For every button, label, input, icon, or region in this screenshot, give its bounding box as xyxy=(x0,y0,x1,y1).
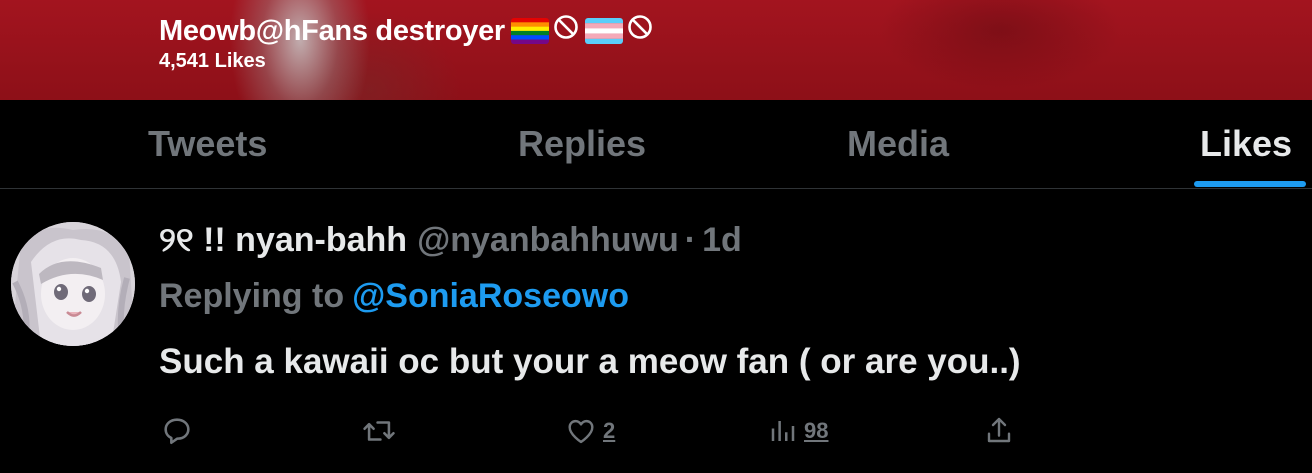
display-name[interactable]: ୨୧ !! nyan-bahh xyxy=(159,221,407,260)
active-tab-indicator xyxy=(1194,181,1306,187)
reply-button[interactable] xyxy=(160,411,194,451)
retweet-icon xyxy=(363,421,395,441)
user-handle[interactable]: @nyanbahhuwu xyxy=(417,221,679,260)
replying-to-mention[interactable]: @SoniaRoseowo xyxy=(352,277,629,315)
tweet-timestamp[interactable]: 1d xyxy=(702,221,742,260)
views-icon xyxy=(771,421,795,441)
retweet-button[interactable] xyxy=(360,411,398,451)
prohibited-icon xyxy=(627,14,653,48)
tab-likes[interactable]: Likes xyxy=(1200,100,1292,188)
tab-media[interactable]: Media xyxy=(847,100,949,188)
replying-to-line: Replying to @SoniaRoseowo xyxy=(159,277,629,316)
views-button[interactable]: 98 xyxy=(768,411,828,451)
heart-icon xyxy=(568,419,594,444)
rainbow-flag-icon xyxy=(510,18,549,44)
like-count[interactable]: 2 xyxy=(603,418,615,444)
tweet-actions: 2 98 xyxy=(0,411,1312,451)
tweet-text: Such a kawaii oc but your a meow fan ( o… xyxy=(159,342,1021,381)
prohibited-icon xyxy=(553,14,579,48)
share-icon xyxy=(987,417,1011,443)
profile-name: Meowb@hFans destroyer xyxy=(159,14,505,47)
separator-dot: · xyxy=(684,221,697,259)
reply-icon xyxy=(164,418,190,445)
share-button[interactable] xyxy=(983,411,1015,451)
tweet-header: ୨୧ !! nyan-bahh @nyanbahhuwu · 1d xyxy=(159,221,742,260)
replying-to-label: Replying to xyxy=(159,277,345,315)
profile-banner: Meowb@hFans destroyer 4,541 Likes xyxy=(0,0,1312,100)
tweet[interactable]: ୨୧ !! nyan-bahh @nyanbahhuwu · 1d Replyi… xyxy=(0,189,1312,473)
tab-replies[interactable]: Replies xyxy=(518,100,646,188)
avatar[interactable] xyxy=(11,222,135,346)
profile-name-row: Meowb@hFans destroyer xyxy=(159,14,653,48)
profile-tabs: Tweets Replies Media Likes xyxy=(0,100,1312,189)
transgender-flag-icon xyxy=(584,18,623,44)
views-count[interactable]: 98 xyxy=(804,418,828,444)
like-button[interactable]: 2 xyxy=(565,411,615,451)
likes-count: 4,541 Likes xyxy=(159,50,266,72)
tab-tweets[interactable]: Tweets xyxy=(148,100,267,188)
